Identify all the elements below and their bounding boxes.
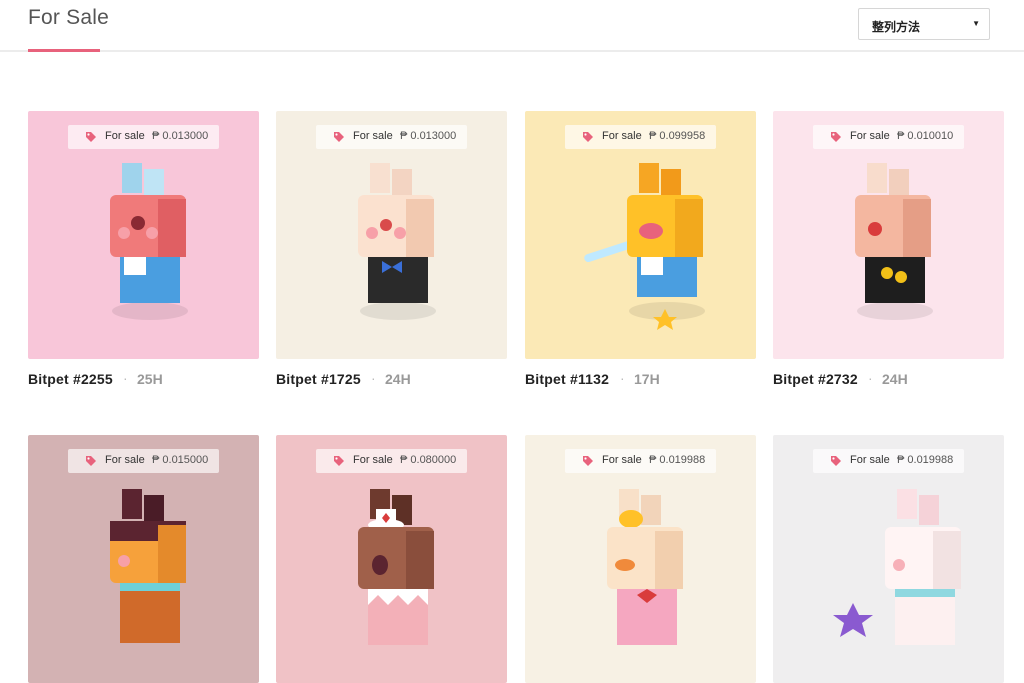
pet-card-meta: Bitpet #2732 · 24H — [773, 370, 1004, 391]
sort-dropdown-label: 整列方法 — [872, 20, 921, 34]
pet-illustration — [607, 489, 683, 645]
sale-price: ₱ 0.010010 — [897, 130, 954, 142]
sort-dropdown[interactable]: 整列方法 ▼ — [858, 8, 990, 40]
pet-illustration — [110, 163, 188, 320]
pet-name[interactable]: Bitpet #2732 — [773, 371, 858, 387]
pet-card-image[interactable]: For sale ₱ 0.015000 — [28, 435, 259, 683]
pet-card-meta: Bitpet #1725 · 24H — [276, 370, 507, 391]
pet-name[interactable]: Bitpet #1725 — [276, 371, 361, 387]
pet-card-image[interactable]: For sale ₱ 0.019988 — [525, 435, 756, 683]
pet-name[interactable]: Bitpet #2255 — [28, 371, 113, 387]
sale-price: ₱ 0.015000 — [152, 454, 209, 466]
sale-label: For sale — [105, 454, 145, 466]
sale-label: For sale — [602, 130, 642, 142]
separator-dot: · — [123, 370, 128, 386]
sale-price: ₱ 0.080000 — [400, 454, 457, 466]
sale-label: For sale — [105, 130, 145, 142]
price-tag-icon — [86, 456, 96, 466]
header: For Sale 整列方法 ▼ — [0, 0, 1024, 52]
page-title: For Sale — [28, 6, 109, 29]
active-tab-underline — [28, 49, 100, 52]
price-tag-icon — [86, 132, 96, 142]
sale-tag: For sale ₱ 0.099958 — [565, 125, 716, 149]
sale-price: ₱ 0.099958 — [649, 130, 706, 142]
price-tag-icon — [334, 132, 344, 142]
sale-price: ₱ 0.013000 — [152, 130, 209, 142]
pet-name[interactable]: Bitpet #1132 — [525, 371, 609, 387]
pet-card-image[interactable]: For sale ₱ 0.019988 — [773, 435, 1004, 683]
pet-illustration — [833, 489, 961, 645]
sale-tag: For sale ₱ 0.019988 — [565, 449, 716, 473]
sale-price: ₱ 0.019988 — [649, 454, 706, 466]
pet-illustration — [110, 489, 186, 643]
sale-price: ₱ 0.019988 — [897, 454, 954, 466]
pet-illustration — [584, 163, 705, 330]
caret-down-icon: ▼ — [972, 19, 980, 28]
sale-label: For sale — [850, 130, 890, 142]
price-tag-icon — [831, 132, 841, 142]
pet-card-image[interactable]: For sale ₱ 0.080000 — [276, 435, 507, 683]
separator-dot: · — [371, 370, 376, 386]
pet-card-image[interactable]: For sale ₱ 0.013000 — [28, 111, 259, 359]
sale-label: For sale — [353, 130, 393, 142]
sale-label: For sale — [850, 454, 890, 466]
sale-label: For sale — [602, 454, 642, 466]
price-tag-icon — [583, 132, 593, 142]
pet-illustration — [855, 163, 933, 320]
sale-label: For sale — [353, 454, 393, 466]
sale-tag: For sale ₱ 0.080000 — [316, 449, 467, 473]
pet-card-meta: Bitpet #1132 · 17H — [525, 370, 756, 391]
price-tag-icon — [831, 456, 841, 466]
pet-card-meta: Bitpet #2255 · 25H — [28, 370, 259, 391]
sale-tag: For sale ₱ 0.015000 — [68, 449, 219, 473]
separator-dot: · — [620, 370, 625, 386]
price-tag-icon — [583, 456, 593, 466]
pet-illustration — [358, 163, 436, 320]
pet-age: 17H — [634, 371, 660, 387]
pet-age: 24H — [882, 371, 908, 387]
price-tag-icon — [334, 456, 344, 466]
pet-age: 24H — [385, 371, 411, 387]
sale-price: ₱ 0.013000 — [400, 130, 457, 142]
sale-tag: For sale ₱ 0.013000 — [68, 125, 219, 149]
pet-age: 25H — [137, 371, 163, 387]
pet-card-image[interactable]: For sale ₱ 0.013000 — [276, 111, 507, 359]
separator-dot: · — [868, 370, 873, 386]
sale-tag: For sale ₱ 0.013000 — [316, 125, 467, 149]
pet-card-image[interactable]: For sale ₱ 0.010010 — [773, 111, 1004, 359]
sale-tag: For sale ₱ 0.010010 — [813, 125, 964, 149]
pet-illustration — [358, 489, 434, 645]
pet-card-image[interactable]: For sale ₱ 0.099958 — [525, 111, 756, 359]
sale-tag: For sale ₱ 0.019988 — [813, 449, 964, 473]
